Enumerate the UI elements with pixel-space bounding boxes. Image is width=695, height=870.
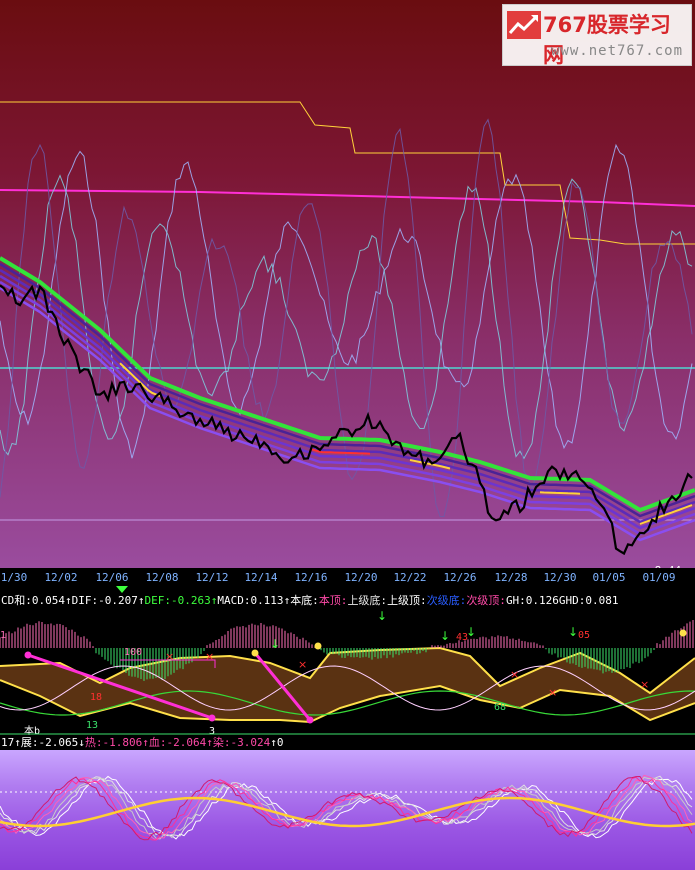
date-label-7: 12/20 xyxy=(344,571,378,584)
macd-signal-dot-4 xyxy=(306,716,314,724)
date-label-0: 1/30 xyxy=(0,571,28,584)
sell-marker-icon-2: × xyxy=(298,658,307,671)
macd-signal-dot-1 xyxy=(208,714,216,722)
kdj-header-segment-10: 0 xyxy=(276,736,284,749)
macd-pane[interactable]: ↓ ↓ ↓ ↓ ↓ × × × × × × 1 100 18 05 43 68 13 本b 3 xyxy=(0,608,695,736)
buy-arrow-icon-0: ↓ xyxy=(270,637,280,651)
resistance-step-line xyxy=(0,101,695,245)
kdj-header-segment-1: ↑ xyxy=(14,736,21,749)
oscillator-line-1 xyxy=(0,174,693,460)
macd-signal-dot-3 xyxy=(314,642,322,650)
oscillator-plot xyxy=(0,774,695,841)
kdj-header-segment-5: ↑ xyxy=(142,736,149,749)
date-label-3: 12/08 xyxy=(145,571,179,584)
kdj-header-segment-0: 17 xyxy=(1,736,15,749)
main-price-plot: -8.44 xyxy=(0,101,695,568)
sell-marker-icon-5: × xyxy=(640,678,649,691)
oscillator-pane[interactable] xyxy=(0,750,695,870)
macd-header-segment-9: 本顶: xyxy=(318,594,348,607)
trend-logo-icon xyxy=(507,11,541,39)
sell-marker-icon-0: × xyxy=(165,650,174,663)
oscillator-line-5 xyxy=(0,775,693,841)
date-label-13: 01/09 xyxy=(642,571,676,584)
kdj-indicator-header: 17↑展:-2.065↓热:-1.806↑血:-2.064↑染:-3.024↑0 xyxy=(0,736,695,750)
macd-header-segment-4: DEF:-0.263 xyxy=(144,594,211,607)
oscillator-signal-line xyxy=(0,796,695,828)
kdj-header-segment-8: 染:-3.024 xyxy=(212,736,271,749)
macd-header-segment-15: GHD:0.081 xyxy=(558,594,619,607)
macd-signal-dot-0 xyxy=(24,651,32,659)
macd-signal-dot-2 xyxy=(251,649,259,657)
macd-annotation-3: 05 xyxy=(578,630,590,641)
macd-signal-dot-5 xyxy=(679,629,687,637)
kdj-header-segment-4: 热:-1.806 xyxy=(84,736,143,749)
kdj-header-segment-6: 血:-2.064 xyxy=(148,736,207,749)
date-label-4: 12/12 xyxy=(195,571,229,584)
macd-annotation-4: 43 xyxy=(456,632,468,643)
long-moving-average-line xyxy=(0,189,695,207)
site-watermark: 767股票学习网 www.net767.com xyxy=(502,4,692,67)
date-label-2: 12/06 xyxy=(95,571,129,584)
macd-header-text: CD和:0.054↑DIF:-0.207↑DEF:-0.263↑MACD:0.1… xyxy=(1,594,619,608)
oscillator-line-3 xyxy=(0,774,693,841)
date-axis: 1/30 12/02 12/06 12/08 12/12 12/14 12/16 12/20 1… xyxy=(0,568,695,594)
macd-annotation-6: 13 xyxy=(86,720,98,731)
macd-header-segment-12: 次级底: xyxy=(426,594,467,607)
date-label-11: 12/30 xyxy=(543,571,577,584)
oscillator-line-2 xyxy=(0,776,693,840)
macd-annotation-0: 1 xyxy=(0,630,6,641)
macd-header-segment-1: ↑ xyxy=(64,594,72,607)
price-close-line xyxy=(0,284,693,556)
buy-arrow-icon-4: ↓ xyxy=(568,625,578,639)
sell-marker-icon-1: × xyxy=(205,650,214,663)
watermark-url: www.net767.com xyxy=(551,43,684,59)
kdj-header-segment-2: 展:-2.065 xyxy=(20,736,79,749)
date-label-1: 12/02 xyxy=(44,571,78,584)
macd-annotation-1: 100 xyxy=(124,647,142,658)
macd-plot: ↓↓↓ ↓ ↓× ×××××11001805436813本b 3 xyxy=(0,609,695,736)
macd-header-segment-13: 次级顶: xyxy=(466,594,506,607)
stock-chart-window: -8.44 767股票学习网 www.net767.com 1/3012/021… xyxy=(0,0,695,870)
main-price-pane[interactable]: -8.44 767股票学习网 www.net767.com xyxy=(0,0,695,568)
macd-header-segment-6: MACD:0.113 xyxy=(217,594,284,607)
oscillator-line-0 xyxy=(0,143,693,459)
selection-marker-icon xyxy=(116,586,128,593)
macd-header-segment-0: CD和:0.054 xyxy=(1,594,65,607)
macd-annotation-5: 68 xyxy=(494,702,506,713)
oscillator-line-4 xyxy=(0,776,693,841)
macd-header-segment-2: DIF:-0.207 xyxy=(71,594,138,607)
date-label-10: 12/28 xyxy=(494,571,528,584)
date-label-8: 12/22 xyxy=(393,571,427,584)
trend-ribbon-4 xyxy=(0,280,695,536)
kdj-header-segment-7: ↑ xyxy=(206,736,213,749)
macd-header-segment-14: GH:0.126 xyxy=(505,594,559,607)
kdj-header-text: 17↑展:-2.065↓热:-1.806↑血:-2.064↑染:-3.024↑0 xyxy=(1,736,283,750)
trend-ribbon-3 xyxy=(0,274,695,530)
date-label-9: 12/26 xyxy=(443,571,477,584)
macd-header-segment-11: 上级顶: xyxy=(387,594,427,607)
watermark-title: 767股票学习网 xyxy=(543,13,671,67)
buy-arrow-icon-2: ↓ xyxy=(440,629,450,643)
date-label-12: 01/05 xyxy=(592,571,626,584)
kdj-header-segment-3: ↓ xyxy=(78,736,85,749)
macd-header-segment-8: 本底: xyxy=(290,594,319,607)
date-label-5: 12/14 xyxy=(244,571,278,584)
macd-annotation-2: 18 xyxy=(90,692,102,703)
macd-indicator-header: CD和:0.054↑DIF:-0.207↑DEF:-0.263↑MACD:0.1… xyxy=(0,594,695,608)
oscillator-line-0 xyxy=(0,775,693,840)
macd-header-segment-10: 上级底: xyxy=(347,594,388,607)
ribbon-accent-3 xyxy=(539,491,581,495)
buy-arrow-icon-1: ↓ xyxy=(377,609,387,623)
sell-marker-icon-4: × xyxy=(548,686,557,699)
date-label-6: 12/16 xyxy=(294,571,328,584)
sell-marker-icon-3: × xyxy=(510,668,519,681)
kdj-header-segment-9: ↑ xyxy=(270,736,277,749)
